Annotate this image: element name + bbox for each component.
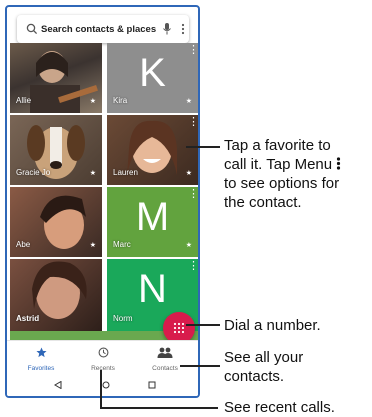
contact-name: Abe: [16, 240, 31, 249]
favorite-tile-gracie-jo[interactable]: Gracie Jo ★: [10, 115, 102, 185]
favorite-tile-allie[interactable]: Allie ★: [10, 43, 102, 113]
home-icon[interactable]: [102, 381, 110, 389]
more-vert-icon: [337, 157, 341, 170]
dialpad-icon: [173, 322, 185, 334]
contact-name: Marc: [113, 240, 131, 249]
callout-line-contacts: [180, 365, 220, 367]
contact-initial: M: [135, 195, 170, 239]
callout-line-recents-vertical: [100, 370, 102, 408]
contact-name: Allie: [16, 96, 32, 105]
contact-name: Kira: [113, 96, 128, 105]
favorite-tile-marc[interactable]: M ⋮ Marc ★: [107, 187, 198, 257]
clock-icon: [98, 347, 108, 358]
contact-name: Norm: [113, 314, 133, 323]
favorite-tile-astrid[interactable]: Astrid: [10, 259, 102, 331]
callout-line-dial: [186, 324, 220, 326]
star-icon: ★: [89, 98, 96, 105]
search-placeholder: Search contacts & places: [41, 23, 157, 35]
callout-text: call it. Tap Menu: [224, 155, 341, 174]
more-vert-icon[interactable]: ⋮: [188, 189, 198, 200]
back-icon[interactable]: [54, 381, 62, 389]
bottom-tab-bar: Favorites Recents Contacts: [7, 340, 198, 377]
tab-contacts[interactable]: Contacts: [135, 345, 195, 372]
overview-icon[interactable]: [148, 381, 156, 389]
callout-text: the contact.: [224, 194, 302, 211]
more-vert-icon[interactable]: ⋮: [188, 261, 198, 272]
favorite-tile-abe[interactable]: Abe ★: [10, 187, 102, 257]
microphone-icon[interactable]: [162, 22, 172, 36]
contact-name: Lauren: [113, 168, 138, 177]
callout-line-favorite: [186, 146, 220, 148]
callout-line-recents-horizontal: [100, 407, 218, 409]
more-vert-icon[interactable]: ⋮: [188, 117, 198, 128]
contact-name: Astrid: [16, 314, 40, 323]
callout-recents: See recent calls.: [224, 399, 335, 416]
star-icon: ★: [89, 242, 96, 249]
tab-label: Favorites: [27, 365, 55, 372]
favorite-tile-kira[interactable]: K ⋮ Kira ★: [107, 43, 198, 113]
search-icon: [26, 23, 38, 35]
star-icon: [35, 347, 47, 358]
star-icon: ★: [89, 170, 96, 177]
search-bar[interactable]: Search contacts & places: [17, 15, 189, 43]
tab-label: Recents: [91, 365, 115, 372]
callout-text: contacts.: [224, 368, 285, 385]
tab-favorites[interactable]: Favorites: [11, 345, 71, 372]
more-vert-icon[interactable]: ⋮: [188, 45, 198, 56]
callout-text: to see options for: [224, 175, 340, 192]
phone-screen: Search contacts & places Allie ★ K ⋮ Kir…: [5, 5, 200, 398]
contact-name: Gracie Jo: [16, 168, 51, 177]
favorite-tile-lauren[interactable]: ⋮ Lauren ★: [107, 115, 198, 185]
contact-initial: N: [138, 267, 167, 311]
callout-dial: Dial a number.: [224, 317, 321, 334]
callout-contacts: See all your contacts.: [224, 348, 303, 386]
contact-initial: K: [139, 51, 166, 95]
favorites-grid: Allie ★ K ⋮ Kira ★ Gracie Jo ★ ⋮ Lauren …: [10, 43, 198, 331]
tab-recents[interactable]: Recents: [73, 345, 133, 372]
callout-text: See all your: [224, 349, 304, 366]
callout-text: Tap a favorite to: [224, 137, 331, 154]
star-icon: ★: [185, 98, 192, 105]
star-icon: ★: [185, 170, 192, 177]
callout-favorite: Tap a favorite to call it. Tap Menu to s…: [224, 136, 341, 212]
people-icon: [157, 347, 173, 358]
star-icon: ★: [185, 242, 192, 249]
system-nav-bar: [7, 376, 198, 396]
more-vert-icon[interactable]: [181, 23, 185, 35]
